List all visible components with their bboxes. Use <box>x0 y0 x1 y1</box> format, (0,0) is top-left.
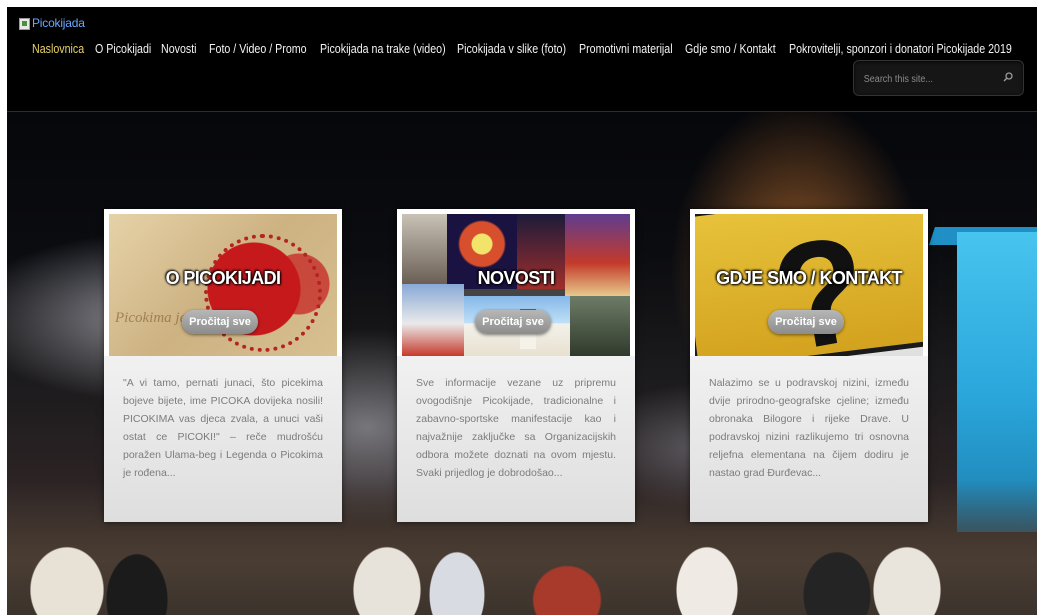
card-excerpt: Nalazimo se u podravskoj nizini, između … <box>709 377 909 479</box>
nav-item-novosti[interactable]: Novosti <box>161 41 197 56</box>
read-more-button-o-picokijadi[interactable]: Pročitaj sve <box>182 310 258 334</box>
search-input[interactable] <box>862 69 983 89</box>
search-icon[interactable] <box>1003 72 1013 82</box>
nav-item-naslovnica[interactable]: Naslovnica <box>32 41 84 56</box>
main-nav: Naslovnica O Picokijadi Novosti Foto / V… <box>7 41 1037 61</box>
nav-item-gdje-smo-kontakt[interactable]: Gdje smo / Kontakt <box>685 41 776 56</box>
card-excerpt: Sve informacije vezane uz pripremu ovogo… <box>416 377 616 479</box>
card-o-picokijadi: O PICOKIJADI Picokima je ... zvala, "A v… <box>104 209 342 522</box>
card-image-title: NOVOSTI <box>477 268 555 288</box>
nav-item-promotivni-materijal[interactable]: Promotivni materijal <box>579 41 673 56</box>
card-novosti: NOVOSTI Sve informacije vezane uz pripre… <box>397 209 635 522</box>
nav-item-pokrovitelji[interactable]: Pokrovitelji, sponzori i donatori Picoki… <box>789 41 1012 56</box>
rooster-stamp-ring <box>204 234 322 352</box>
card-excerpt: "A vi tamo, pernati junaci, što picekima… <box>123 377 323 479</box>
card-gdje-smo-kontakt: ? GDJE SMO / KONTAKT Nalazimo se u podra… <box>690 209 928 522</box>
nav-item-picokijada-v-slike[interactable]: Picokijada v slike (foto) <box>457 41 566 56</box>
card-image-question-sign[interactable]: ? GDJE SMO / KONTAKT <box>695 214 923 356</box>
site-logo[interactable]: Picokijada <box>19 16 85 30</box>
nav-item-o-picokijadi[interactable]: O Picokijadi <box>95 41 151 56</box>
page-frame: Picokijada Naslovnica O Picokijadi Novos… <box>7 7 1037 615</box>
nav-item-foto-video-promo[interactable]: Foto / Video / Promo <box>209 41 307 56</box>
card-image-collage[interactable]: NOVOSTI <box>402 214 630 356</box>
broken-image-icon <box>19 17 30 30</box>
card-body: "A vi tamo, pernati junaci, što picekima… <box>104 356 342 522</box>
card-image-title: GDJE SMO / KONTAKT <box>716 268 902 288</box>
card-image-rooster[interactable]: O PICOKIJADI Picokima je ... zvala, <box>109 214 337 356</box>
card-image-title: O PICOKIJADI <box>165 268 281 288</box>
card-body: Sve informacije vezane uz pripremu ovogo… <box>397 356 635 522</box>
card-body: Nalazimo se u podravskoj nizini, između … <box>690 356 928 522</box>
read-more-button-novosti[interactable]: Pročitaj sve <box>475 310 551 334</box>
logo-alt-text: Picokijada <box>32 16 85 30</box>
nav-item-picokijada-na-trake[interactable]: Picokijada na trake (video) <box>320 41 446 56</box>
search-box <box>853 60 1024 96</box>
site-header: Picokijada Naslovnica O Picokijadi Novos… <box>7 7 1037 112</box>
read-more-button-gdje-smo-kontakt[interactable]: Pročitaj sve <box>768 310 844 334</box>
collage-tile <box>402 284 464 356</box>
collage-tile <box>570 296 630 356</box>
